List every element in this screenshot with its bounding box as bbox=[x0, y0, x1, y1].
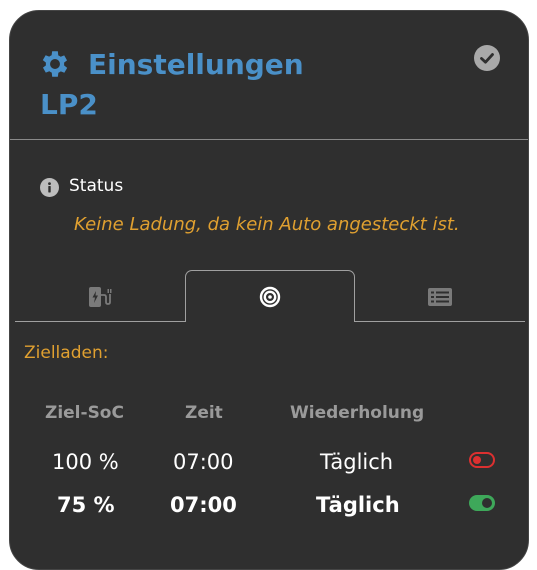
page-title: Einstellungen bbox=[88, 48, 304, 81]
row-repeat: Täglich bbox=[320, 450, 394, 474]
settings-card: Einstellungen LP2 Status Keine Ladung, d… bbox=[9, 10, 529, 570]
enable-toggle[interactable] bbox=[469, 452, 495, 468]
list-icon bbox=[428, 287, 452, 306]
target-icon bbox=[259, 286, 281, 307]
toggle-knob bbox=[482, 498, 492, 508]
column-header-soc: Ziel-SoC bbox=[45, 403, 124, 423]
row-time: 07:00 bbox=[173, 450, 234, 474]
tab-list[interactable] bbox=[355, 271, 525, 322]
row-soc: 75 % bbox=[57, 493, 115, 517]
column-header-repeat: Wiederholung bbox=[290, 403, 425, 423]
enable-toggle[interactable] bbox=[469, 495, 495, 511]
status-label: Status bbox=[69, 176, 124, 196]
check-icon[interactable] bbox=[474, 45, 500, 71]
section-title: Zielladen: bbox=[24, 343, 109, 363]
row-soc: 100 % bbox=[52, 450, 119, 474]
gear-icon bbox=[42, 51, 68, 77]
column-header-time: Zeit bbox=[185, 403, 223, 423]
info-icon bbox=[40, 178, 59, 197]
tab-charging[interactable] bbox=[15, 271, 185, 322]
card-header: Einstellungen LP2 bbox=[10, 11, 528, 139]
page-subtitle: LP2 bbox=[40, 88, 98, 121]
tab-target-charging[interactable] bbox=[185, 270, 355, 322]
header-divider bbox=[10, 139, 528, 140]
charging-station-icon bbox=[89, 286, 112, 307]
status-message: Keine Ladung, da kein Auto angesteckt is… bbox=[74, 214, 460, 235]
row-time: 07:00 bbox=[170, 493, 237, 517]
row-repeat: Täglich bbox=[316, 493, 400, 517]
toggle-knob bbox=[473, 456, 481, 464]
